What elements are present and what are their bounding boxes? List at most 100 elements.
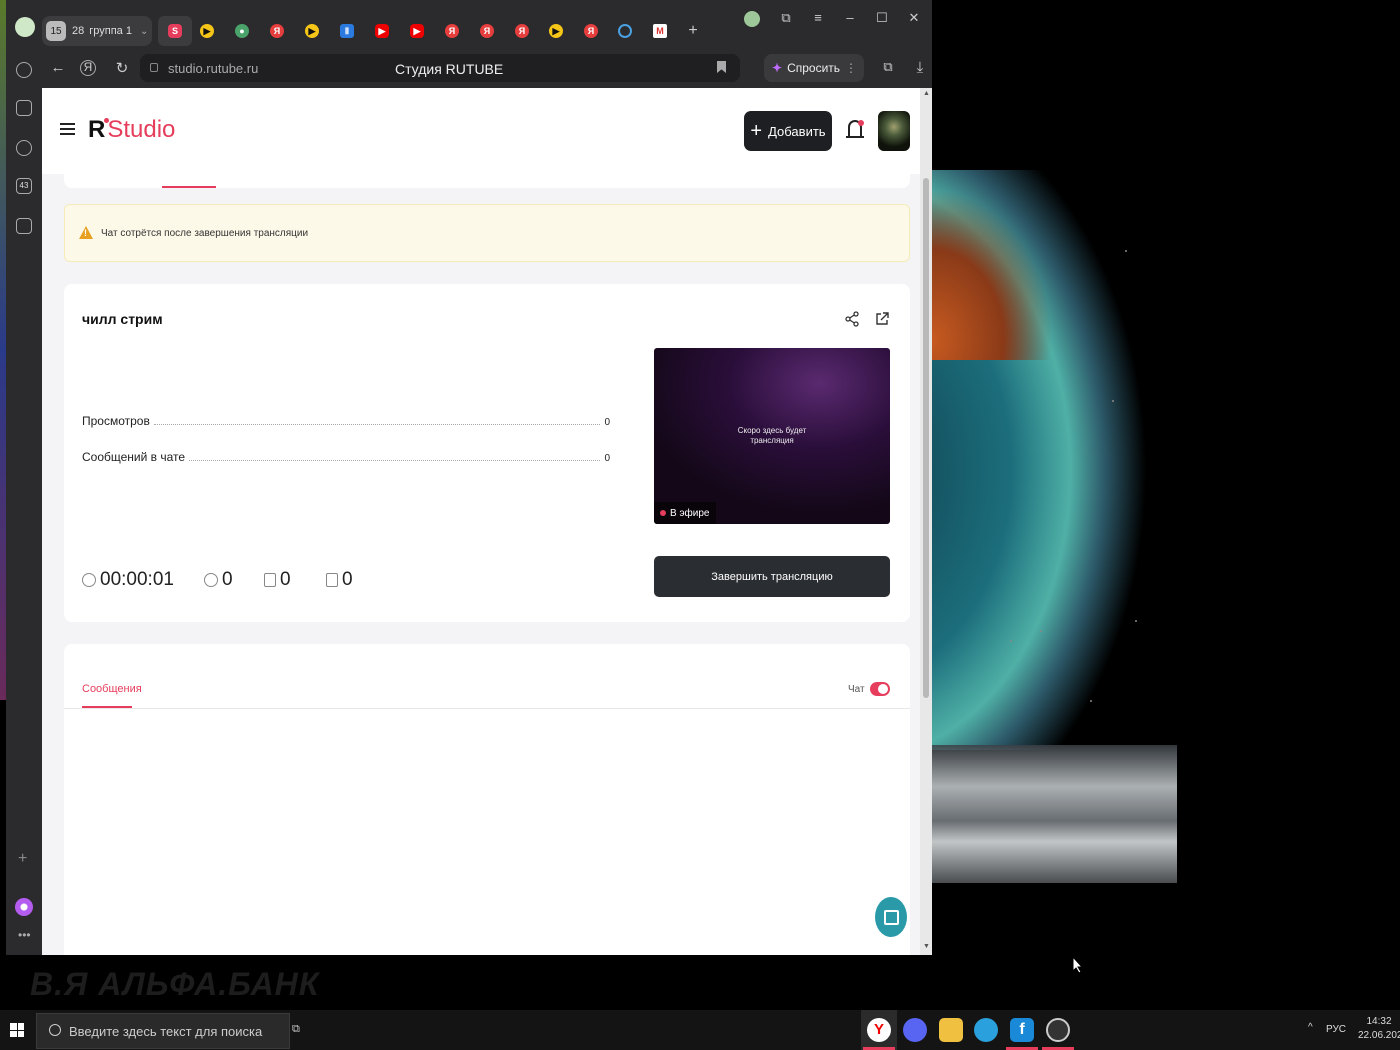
notes-icon[interactable] [16,100,32,116]
thumbs-down-icon [326,573,338,587]
ask-button[interactable]: ✦ Спросить ⋮ [764,54,864,82]
star [1135,620,1137,622]
new-tab-button[interactable]: + [680,18,706,44]
tab[interactable]: ▶ [299,18,325,44]
yandex-browser-taskbar-icon[interactable]: Y [867,1018,891,1042]
live-dot [660,510,666,516]
star [1090,700,1092,702]
add-icon[interactable]: + [18,850,27,868]
tab[interactable] [612,18,638,44]
tab[interactable]: M [647,18,673,44]
more-icon[interactable]: ••• [18,928,31,942]
wallpaper-earth-land [932,180,1052,360]
menu-icon[interactable] [60,123,75,135]
tab-bar: 15 28 группа 1 ⌄ S ▶ ● Я ▶ Ⅱ ▶ ▶ Я Я Я ▶… [6,0,932,50]
sidebar-badge[interactable]: 43 [16,178,32,194]
more-vertical-icon[interactable]: ⋮ [845,61,857,75]
scrollbar[interactable]: ▲ ▼ [920,88,932,955]
yandex-icon: Я [515,24,529,38]
history-icon[interactable] [16,62,32,78]
logo-r: R [88,116,106,143]
minimize-button[interactable]: – [840,10,860,25]
discord-taskbar-icon[interactable] [903,1018,927,1042]
back-arrow-icon[interactable]: ← [48,59,68,76]
close-button[interactable]: ✕ [904,10,924,26]
menu-icon[interactable]: ≡ [808,10,828,25]
yandex-icon: Я [445,24,459,38]
browser-sidebar: 43 + ••• [6,50,42,955]
tray-clock[interactable]: 14:32 22.06.2025 [1358,1015,1400,1043]
share-icon[interactable] [844,311,860,327]
tab[interactable]: Я [439,18,465,44]
chat-card: Сообщения Чат [64,644,910,955]
tab-active-studio[interactable]: S [158,16,192,46]
metric-duration: 00:00:01 [82,568,174,592]
support-chat-button[interactable] [875,897,907,937]
gmail-icon: M [653,24,667,38]
duration-value: 00:00:01 [100,569,174,590]
external-link-icon[interactable] [874,311,890,327]
star [1040,630,1042,632]
tray-language[interactable]: РУС [1326,1024,1346,1035]
tab[interactable]: Я [264,18,290,44]
viewers-value: 0 [222,569,233,590]
browser-profile-icon[interactable] [15,17,35,37]
scroll-down-icon[interactable]: ▼ [923,943,930,950]
obs-taskbar-icon[interactable] [1046,1018,1070,1042]
stream-title: чилл стрим [82,311,163,327]
app-f-taskbar-icon[interactable]: f [1010,1018,1034,1042]
page-title: Студия RUTUBE [395,61,504,77]
rutube-studio-logo[interactable]: RStudio [88,116,175,144]
end-stream-button[interactable]: Завершить трансляцию [654,556,890,597]
loading-icon [618,24,632,38]
lock-icon [150,63,158,72]
yandex-icon: Я [480,24,494,38]
scroll-up-icon[interactable]: ▲ [923,90,930,97]
url-text: studio.rutube.ru [168,61,259,76]
dotted-leader [153,424,601,425]
tabs-icon[interactable]: ⧉ [878,59,898,75]
extension-icon[interactable] [744,11,760,27]
download-icon[interactable]: ⤓ [910,59,930,76]
tab-group-name: группа 1 [89,25,132,37]
tab[interactable]: ▶ [404,18,430,44]
tab[interactable]: ▶ [194,18,220,44]
windows-start-icon[interactable] [10,1023,24,1037]
file-explorer-taskbar-icon[interactable] [939,1018,963,1042]
tray-expand-icon[interactable]: ^ [1308,1022,1313,1033]
yandex-home-icon[interactable]: Я [80,60,96,76]
add-button[interactable]: + Добавить [744,111,832,151]
reload-icon[interactable]: ↻ [112,59,132,77]
tab[interactable]: Я [474,18,500,44]
star [1112,400,1114,402]
warning-icon [79,226,93,239]
chat-toggle[interactable] [870,682,890,696]
tab-group[interactable]: 15 28 группа 1 ⌄ [42,16,152,46]
alice-assistant-icon[interactable] [15,898,33,916]
tab[interactable]: Я [578,18,604,44]
screenshot-icon[interactable] [16,218,32,234]
live-badge: В эфире [654,502,716,524]
stream-preview[interactable]: Скоро здесь будет трансляция В эфире [654,348,890,524]
telegram-taskbar-icon[interactable] [974,1018,998,1042]
stat-views-label: Просмотров [82,414,150,428]
preview-text: Скоро здесь будет трансляция [737,426,807,445]
play-icon: ▶ [549,24,563,38]
tab[interactable]: Я [509,18,535,44]
tab[interactable]: Ⅱ [334,18,360,44]
url-field[interactable]: studio.rutube.ru Студия RUTUBE [140,54,740,82]
maximize-button[interactable]: ☐ [872,10,892,26]
taskbar-search[interactable]: Введите здесь текст для поиска [36,1013,290,1049]
tab-messages[interactable]: Сообщения [82,683,142,695]
scroll-thumb[interactable] [923,178,929,698]
tab[interactable]: ● [229,18,255,44]
task-view-icon[interactable]: ⧉ [292,1023,300,1036]
avatar[interactable] [878,111,910,151]
bookmark-icon[interactable] [717,61,726,73]
collections-icon[interactable]: ⧉ [776,10,796,26]
search-placeholder: Введите здесь текст для поиска [69,1024,263,1039]
tab[interactable]: ▶ [369,18,395,44]
tab[interactable]: ▶ [543,18,569,44]
divider [64,708,910,709]
video-icon[interactable] [16,140,32,156]
